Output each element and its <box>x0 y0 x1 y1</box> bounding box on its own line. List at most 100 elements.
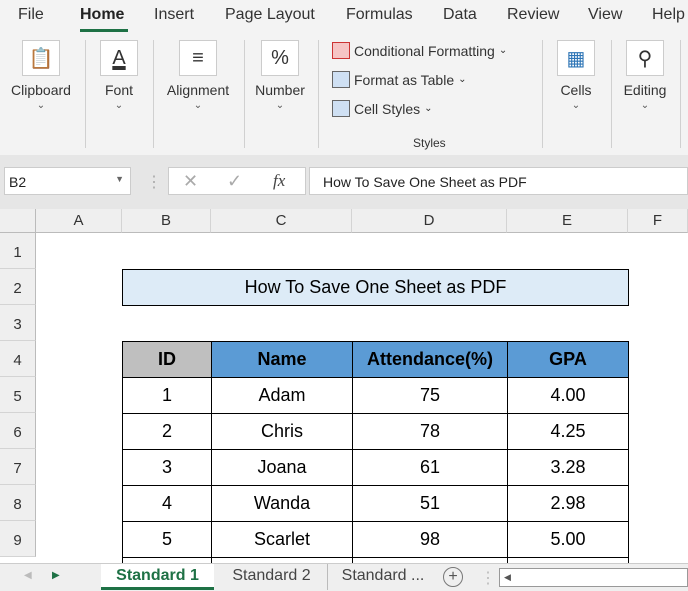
header-cell[interactable]: GPA <box>507 341 629 378</box>
name-box-value: B2 <box>9 174 27 190</box>
menu-help[interactable]: Help <box>652 6 685 24</box>
header-cell[interactable]: ID <box>122 341 212 378</box>
cells-icon: ▦ <box>557 40 595 76</box>
table-cell[interactable]: 1 <box>122 377 212 414</box>
sheet-tab-standard-3[interactable]: Standard ... <box>330 564 436 590</box>
table-cell[interactable]: 3 <box>122 449 212 486</box>
column-header-e[interactable]: E <box>507 209 628 233</box>
divider <box>85 40 86 148</box>
row-header-7[interactable]: 7 <box>0 449 36 485</box>
header-cell[interactable]: Attendance(%) <box>352 341 508 378</box>
row-header-6[interactable]: 6 <box>0 413 36 449</box>
cell-styles-button[interactable]: Cell Styles ⌄ <box>332 100 433 117</box>
number-group[interactable]: % Number ⌄ <box>250 40 310 111</box>
font-group[interactable]: A Font ⌄ <box>94 40 144 111</box>
table-cell[interactable]: Adam <box>211 377 353 414</box>
formula-input[interactable]: How To Save One Sheet as PDF <box>309 167 688 195</box>
row-header-2[interactable]: 2 <box>0 269 36 305</box>
title-cell[interactable]: How To Save One Sheet as PDF <box>122 269 629 306</box>
sheet-tab-standard-1[interactable]: Standard 1 <box>101 564 214 590</box>
menu-view[interactable]: View <box>588 6 622 24</box>
table-cell[interactable]: Scarlet <box>211 521 353 558</box>
format-as-table-button[interactable]: Format as Table ⌄ <box>332 71 467 88</box>
scroll-right-icon[interactable]: ▶ <box>52 570 60 581</box>
alignment-icon: ≡ <box>179 40 217 76</box>
column-header-f[interactable]: F <box>628 209 688 233</box>
chevron-down-icon: ⌄ <box>114 100 124 111</box>
ribbon: 📋 Clipboard ⌄ A Font ⌄ ≡ Alignment ⌄ % Number ⌄ … <box>0 32 688 155</box>
column-header-b[interactable]: B <box>122 209 211 233</box>
check-icon[interactable]: ✓ <box>227 171 242 192</box>
select-all-button[interactable] <box>0 209 36 233</box>
table-cell[interactable]: 75 <box>352 377 508 414</box>
clipboard-group[interactable]: 📋 Clipboard ⌄ <box>4 40 78 111</box>
menu-home[interactable]: Home <box>80 6 124 24</box>
column-header-c[interactable]: C <box>211 209 352 233</box>
cancel-icon[interactable]: ✕ <box>183 171 198 192</box>
table-cell[interactable]: 4.25 <box>507 413 629 450</box>
table-cell[interactable]: Chris <box>211 413 353 450</box>
chevron-down-icon: ⌄ <box>640 100 650 111</box>
table-cell[interactable]: 4 <box>122 485 212 522</box>
scroll-left-icon[interactable]: ◀ <box>24 570 32 581</box>
table-cell[interactable]: 2.98 <box>507 485 629 522</box>
conditional-formatting-button[interactable]: Conditional Formatting ⌄ <box>332 42 507 59</box>
name-box[interactable]: B2 ▼ <box>4 167 131 195</box>
divider <box>153 40 154 148</box>
add-sheet-icon[interactable]: + <box>443 567 463 587</box>
menu-file[interactable]: File <box>18 6 44 24</box>
menu-insert[interactable]: Insert <box>154 6 194 24</box>
ribbon-shadow <box>0 155 688 165</box>
chevron-down-icon: ⌄ <box>193 100 203 111</box>
drag-handle-icon[interactable]: ⋮ <box>146 172 162 192</box>
chevron-down-icon: ⌄ <box>36 100 46 111</box>
sheet-tab-bar: ◀ ▶ Standard 1 Standard 2 Standard ... +… <box>0 563 688 591</box>
number-label: Number <box>255 82 305 98</box>
column-header-d[interactable]: D <box>352 209 507 233</box>
menu-page-layout[interactable]: Page Layout <box>225 6 315 24</box>
formula-buttons: ✕ ✓ fx <box>168 167 306 195</box>
row-header-9[interactable]: 9 <box>0 521 36 557</box>
alignment-group[interactable]: ≡ Alignment ⌄ <box>160 40 236 111</box>
cells-group[interactable]: ▦ Cells ⌄ <box>552 40 600 111</box>
divider <box>680 40 681 148</box>
horizontal-scrollbar[interactable]: ◀ <box>499 568 688 587</box>
table-cell[interactable]: Wanda <box>211 485 353 522</box>
chevron-down-icon: ⌄ <box>424 103 433 114</box>
chevron-down-icon: ⌄ <box>458 74 467 85</box>
clipboard-icon: 📋 <box>22 40 60 76</box>
table-cell[interactable]: 5.00 <box>507 521 629 558</box>
conditional-formatting-icon <box>332 42 350 59</box>
chevron-down-icon: ⌄ <box>275 100 285 111</box>
row-header-4[interactable]: 4 <box>0 341 36 377</box>
scroll-left-icon[interactable]: ◀ <box>504 572 511 583</box>
row-header-8[interactable]: 8 <box>0 485 36 521</box>
column-header-a[interactable]: A <box>36 209 122 233</box>
table-cell[interactable]: 78 <box>352 413 508 450</box>
table-cell[interactable]: 98 <box>352 521 508 558</box>
table-cell[interactable]: 51 <box>352 485 508 522</box>
insert-function-icon[interactable]: fx <box>273 171 285 191</box>
header-cell[interactable]: Name <box>211 341 353 378</box>
chevron-down-icon: ⌄ <box>498 45 508 56</box>
menu-review[interactable]: Review <box>507 6 559 24</box>
editing-group[interactable]: ⚲ Editing ⌄ <box>618 40 672 111</box>
menu-data[interactable]: Data <box>443 6 477 24</box>
table-cell[interactable]: 5 <box>122 521 212 558</box>
label: Conditional Formatting <box>354 42 495 59</box>
table-cell[interactable]: 4.00 <box>507 377 629 414</box>
row-header-5[interactable]: 5 <box>0 377 36 413</box>
menu-bar: File Home Insert Page Layout Formulas Da… <box>0 0 688 32</box>
table-cell[interactable]: Joana <box>211 449 353 486</box>
font-label: Font <box>104 82 133 98</box>
menu-formulas[interactable]: Formulas <box>346 6 413 24</box>
table-cell[interactable]: 61 <box>352 449 508 486</box>
drag-handle-icon[interactable]: ⋮ <box>480 568 496 588</box>
clipboard-label: Clipboard <box>11 82 71 98</box>
sheet-tab-standard-2[interactable]: Standard 2 <box>216 564 328 590</box>
table-cell[interactable]: 2 <box>122 413 212 450</box>
row-header-1[interactable]: 1 <box>0 233 36 269</box>
label: Format as Table <box>354 71 455 88</box>
table-cell[interactable]: 3.28 <box>507 449 629 486</box>
row-header-3[interactable]: 3 <box>0 305 36 341</box>
